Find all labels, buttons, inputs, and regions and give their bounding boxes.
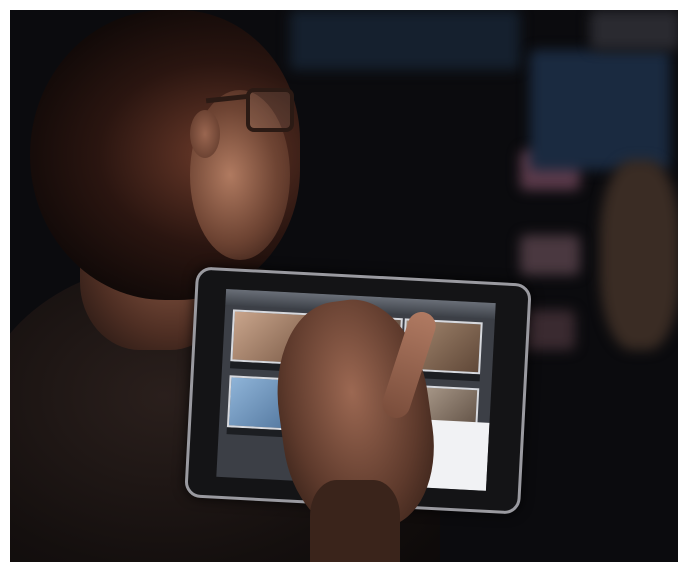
eyeglasses bbox=[246, 88, 294, 132]
person-wrist bbox=[310, 480, 400, 562]
person-ear bbox=[190, 110, 220, 158]
photo-frame bbox=[10, 10, 678, 562]
